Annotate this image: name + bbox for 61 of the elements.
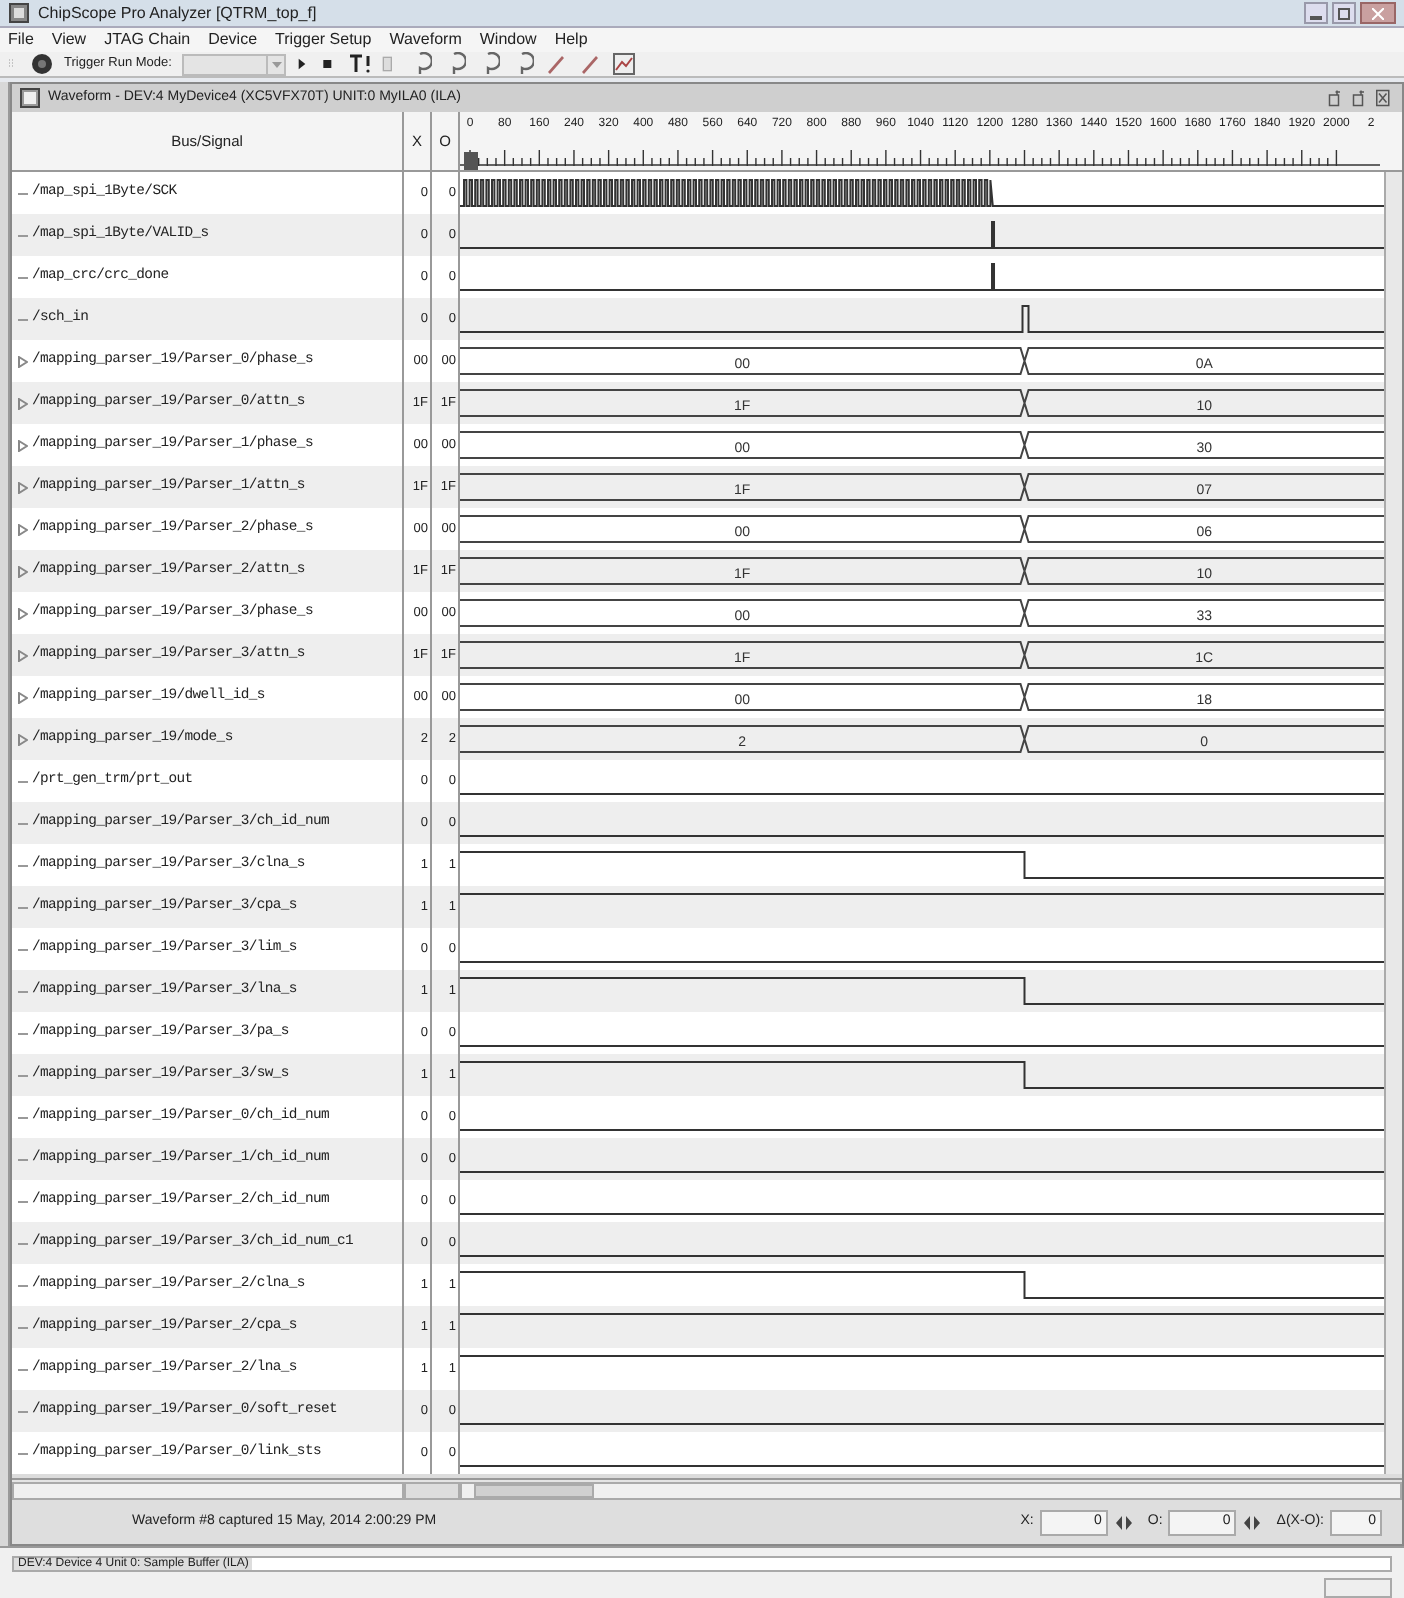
expand-icon[interactable] xyxy=(18,355,28,367)
tree-line-icon xyxy=(18,1363,28,1375)
tree-line-icon xyxy=(18,1069,28,1081)
float-window-icon[interactable] xyxy=(1352,86,1370,110)
window-title: ChipScope Pro Analyzer [QTRM_top_f] xyxy=(38,1,317,25)
waveform-scrollbar[interactable] xyxy=(460,1481,1402,1499)
menu-item[interactable]: Waveform xyxy=(389,28,462,52)
trigger-immediate-icon[interactable] xyxy=(347,52,372,76)
tree-line-icon xyxy=(18,1195,28,1207)
scrollbar-thumb[interactable] xyxy=(474,1483,594,1497)
tree-line-icon xyxy=(18,1153,28,1165)
tree-line-icon xyxy=(18,1111,28,1123)
expand-icon[interactable] xyxy=(18,397,28,409)
record-icon[interactable] xyxy=(30,52,54,76)
vertical-scrollbar[interactable] xyxy=(1384,172,1402,1474)
expand-icon[interactable] xyxy=(18,565,28,577)
maximize-icon xyxy=(1338,7,1350,19)
tree-line-icon xyxy=(18,1027,28,1039)
buffer-icon[interactable] xyxy=(381,52,398,76)
minimize-button[interactable] xyxy=(1304,2,1328,24)
close-icon xyxy=(1372,7,1384,19)
chart-icon[interactable] xyxy=(611,52,636,76)
float-window-icon[interactable] xyxy=(1328,86,1346,110)
expand-icon[interactable] xyxy=(18,733,28,745)
menu-item[interactable]: File xyxy=(8,28,34,52)
expand-icon[interactable] xyxy=(18,691,28,703)
close-icon[interactable] xyxy=(1376,86,1394,110)
tree-line-icon xyxy=(18,187,28,199)
menu-item[interactable]: Window xyxy=(479,28,537,52)
stepper-arrows-icon[interactable] xyxy=(1113,1513,1134,1531)
minimize-icon xyxy=(1310,16,1322,22)
tree-line-icon xyxy=(18,1237,28,1249)
stepper-arrows-icon[interactable] xyxy=(1242,1513,1263,1531)
menu-item[interactable]: Help xyxy=(554,28,588,52)
tree-line-icon xyxy=(18,1447,28,1459)
tree-line-icon xyxy=(18,775,28,787)
name-scrollbar[interactable] xyxy=(12,1481,404,1499)
menu-item[interactable]: JTAG Chain xyxy=(104,28,191,52)
expand-icon[interactable] xyxy=(18,481,28,493)
cursor-marker-icon[interactable] xyxy=(464,152,478,170)
tree-line-icon xyxy=(18,901,28,913)
tree-line-icon xyxy=(18,859,28,871)
maximize-button[interactable] xyxy=(1332,2,1356,24)
menu-item[interactable]: Trigger Setup xyxy=(275,28,372,52)
tree-line-icon xyxy=(18,1405,28,1417)
expand-icon[interactable] xyxy=(18,439,28,451)
tree-line-icon xyxy=(18,817,28,829)
window-icon xyxy=(20,88,40,108)
tree-line-icon xyxy=(18,313,28,325)
expand-icon[interactable] xyxy=(18,607,28,619)
menu-item[interactable]: Device xyxy=(208,28,258,52)
expand-icon[interactable] xyxy=(18,523,28,535)
tree-line-icon xyxy=(18,943,28,955)
tree-line-icon xyxy=(18,1321,28,1333)
menu-item[interactable]: View xyxy=(51,28,87,52)
tree-line-icon xyxy=(18,271,28,283)
tree-line-icon xyxy=(18,229,28,241)
tree-line-icon xyxy=(18,1279,28,1291)
expand-icon[interactable] xyxy=(18,649,28,661)
tree-line-icon xyxy=(18,985,28,997)
close-button[interactable] xyxy=(1360,2,1396,24)
